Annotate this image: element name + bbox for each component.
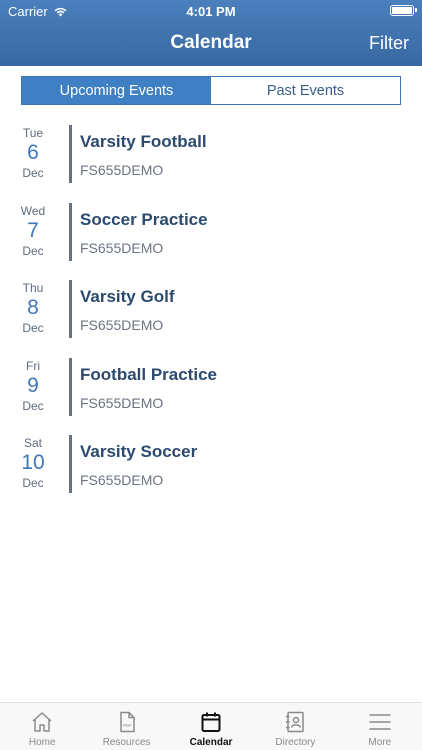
- contact-card-icon: [286, 711, 305, 733]
- event-day: 9: [27, 373, 39, 397]
- calendar-icon: [201, 712, 221, 732]
- navigation-header: Carrier 4:01 PM Calendar Filter: [0, 0, 422, 66]
- event-date: Tue 6 Dec: [0, 126, 66, 180]
- event-title: Soccer Practice: [80, 209, 208, 229]
- tab-resources[interactable]: PDF Resources: [84, 703, 168, 750]
- event-title: Varsity Football: [80, 132, 207, 151]
- home-icon: [32, 712, 52, 732]
- event-divider: [69, 202, 72, 261]
- event-day: 8: [27, 296, 39, 319]
- event-row[interactable]: Sat 10 Dec Varsity Soccer FS655DEMO: [0, 430, 422, 508]
- event-row[interactable]: Fri 9 Dec Football Practice FS655DEMO: [0, 353, 422, 431]
- status-bar: Carrier 4:01 PM: [0, 0, 422, 22]
- event-weekday: Tue: [22, 126, 44, 140]
- event-day: 10: [21, 451, 45, 474]
- battery-icon: [390, 5, 417, 16]
- tab-calendar-label: Calendar: [189, 737, 233, 748]
- event-date: Fri 9 Dec: [0, 359, 66, 413]
- bottom-tab-bar: Home PDF Resources Calendar Directory Mo…: [0, 702, 422, 750]
- event-title: Varsity Golf: [80, 287, 175, 306]
- event-date: Thu 8 Dec: [0, 281, 66, 335]
- event-divider: [69, 357, 72, 416]
- event-row[interactable]: Wed 7 Dec Soccer Practice FS655DEMO: [0, 198, 422, 276]
- event-weekday: Fri: [26, 358, 40, 373]
- event-title: Football Practice: [80, 364, 217, 384]
- tab-calendar[interactable]: Calendar: [169, 703, 253, 750]
- event-weekday: Wed: [20, 203, 46, 218]
- event-weekday: Thu: [22, 281, 44, 295]
- tab-more-label: More: [368, 737, 392, 748]
- tab-home[interactable]: Home: [0, 703, 84, 750]
- tab-more[interactable]: More: [338, 703, 422, 750]
- event-day: 7: [27, 218, 39, 242]
- event-divider: [69, 125, 72, 183]
- event-month: Dec: [22, 398, 44, 413]
- event-month: Dec: [22, 243, 44, 258]
- event-row[interactable]: Tue 6 Dec Varsity Football FS655DEMO: [0, 120, 422, 198]
- event-date: Wed 7 Dec: [0, 204, 66, 258]
- event-organization: FS655DEMO: [80, 317, 164, 333]
- events-segmented-control: Upcoming Events Past Events: [21, 76, 401, 105]
- event-title: Varsity Soccer: [80, 442, 198, 461]
- tab-directory[interactable]: Directory: [253, 703, 337, 750]
- event-organization: FS655DEMO: [80, 394, 164, 411]
- event-weekday: Sat: [23, 436, 42, 450]
- hamburger-menu-icon: [369, 714, 391, 730]
- event-organization: FS655DEMO: [80, 472, 164, 488]
- tab-past-events[interactable]: Past Events: [211, 77, 400, 104]
- tab-upcoming-events[interactable]: Upcoming Events: [22, 77, 211, 104]
- status-time: 4:01 PM: [186, 4, 236, 19]
- event-day: 6: [27, 141, 39, 164]
- event-list: Tue 6 Dec Varsity Football FS655DEMO Wed…: [0, 120, 422, 508]
- event-month: Dec: [22, 166, 44, 180]
- page-title: Calendar: [170, 32, 252, 53]
- tab-directory-label: Directory: [275, 737, 316, 748]
- filter-button[interactable]: Filter: [369, 33, 409, 54]
- event-organization: FS655DEMO: [80, 239, 164, 256]
- event-divider: [69, 435, 72, 493]
- event-organization: FS655DEMO: [80, 162, 164, 178]
- svg-text:PDF: PDF: [123, 723, 132, 728]
- event-month: Dec: [22, 321, 44, 335]
- event-date: Sat 10 Dec: [0, 436, 66, 490]
- tab-resources-label: Resources: [102, 737, 151, 748]
- event-divider: [69, 280, 72, 338]
- event-month: Dec: [22, 476, 44, 490]
- pdf-document-icon: PDF: [119, 711, 135, 733]
- tab-home-label: Home: [28, 737, 56, 748]
- event-row[interactable]: Thu 8 Dec Varsity Golf FS655DEMO: [0, 275, 422, 353]
